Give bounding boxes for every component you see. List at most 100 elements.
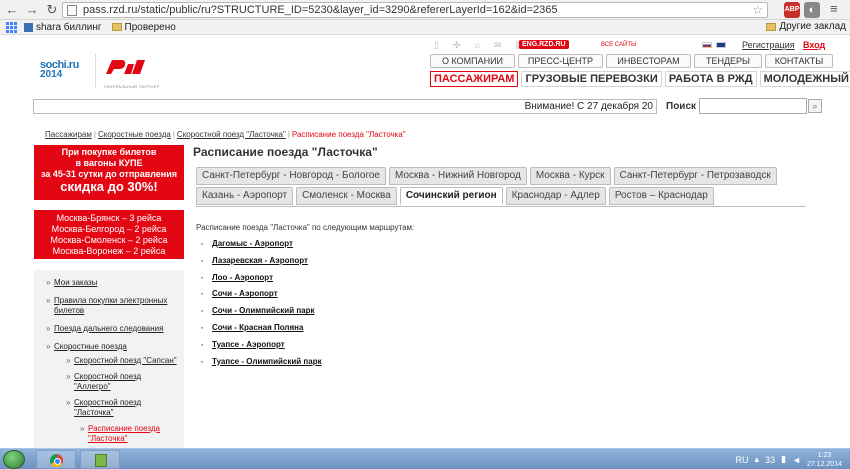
all-sites-link[interactable]: ВСЕ САЙТЫ [601,42,636,48]
top-navigation: О КОМПАНИИ ПРЕСС-ЦЕНТР ИНВЕСТОРАМ ТЕНДЕР… [430,54,833,68]
sidebar-item-speed-trains[interactable]: Скоростные поезда [46,342,178,352]
breadcrumb-lastochka[interactable]: Скоростной поезд "Ласточка" [177,130,286,139]
sochi-2014-logo: sochi.ru 2014 [40,59,79,80]
route-link[interactable]: Сочи - Аэропорт [212,289,278,298]
route-link[interactable]: Сочи - Красная Поляна [212,323,303,332]
promo-banner-discount[interactable]: При покупке билетов в вагоны КУПЕ за 45-… [34,145,184,200]
taskbar-chrome[interactable] [36,450,76,469]
nav-tenders[interactable]: ТЕНДЕРЫ [694,54,762,68]
nav-press[interactable]: ПРЕСС-ЦЕНТР [518,54,603,68]
sidebar-submenu: Расписание поезда "Ласточка" [80,424,178,444]
language-indicator[interactable]: RU [736,455,749,465]
route-link[interactable]: Туапсе - Олимпийский парк [212,357,322,366]
route-link[interactable]: Дагомыс - Аэропорт [212,239,293,248]
back-arrow-icon[interactable]: ← [4,2,20,18]
sidebar-submenu: Скоростной поезд "Сапсан" Скоростной пое… [66,356,178,444]
tab-rostov-krasnodar[interactable]: Ростов – Краснодар [608,187,714,205]
page-icon [67,4,77,16]
login-link[interactable]: Вход [803,40,825,50]
route-link[interactable]: Лоо - Аэропорт [212,273,273,282]
list-item: Лазаревская - Аэропорт [200,255,322,266]
volume-icon[interactable]: ◄ [792,455,801,465]
main-navigation: ПАССАЖИРАМ ГРУЗОВЫЕ ПЕРЕВОЗКИ РАБОТА В Р… [430,71,850,87]
eng-site-link[interactable]: ENG.RZD.RU [519,40,569,49]
news-ticker[interactable]: Внимание! С 27 декабря 20 [33,99,657,114]
bookmark-checked[interactable]: Проверено [111,21,176,33]
extension-icon[interactable]: ◐ [804,2,820,18]
clock[interactable]: 1:23 27.12.2014 [807,451,842,469]
sidebar-item-lastochka[interactable]: Скоростной поезд "Ласточка" [66,398,178,418]
logo-divider [95,54,96,88]
nav-about[interactable]: О КОМПАНИИ [430,54,515,68]
menu-icon[interactable]: ≡ [830,2,844,16]
tab-kazan-airport[interactable]: Казань - Аэропорт [196,187,294,205]
home-icon[interactable]: ⌂ [475,40,480,51]
forward-arrow-icon[interactable]: → [24,2,40,18]
sidebar-item-long-distance[interactable]: Поезда дальнего следования [46,324,178,334]
reload-icon[interactable]: ↻ [44,2,60,18]
taskbar-app[interactable] [80,450,120,469]
mail-icon[interactable]: ✉ [494,40,502,51]
bookmark-shara[interactable]: shara биллинг [24,22,102,33]
nav-contacts[interactable]: КОНТАКТЫ [765,54,833,68]
promo-banner-routes[interactable]: Москва-Брянск – 3 рейса Москва-Белгород … [34,210,184,259]
bookmark-label: shara биллинг [36,21,102,33]
breadcrumb-separator: | [287,130,290,139]
tray-count[interactable]: 33 [765,455,775,465]
nav-investors[interactable]: ИНВЕСТОРАМ [606,54,691,68]
nav-passengers[interactable]: ПАССАЖИРАМ [430,71,519,87]
route-link[interactable]: Сочи - Олимпийский парк [212,306,315,315]
rzd-logo[interactable] [104,56,146,78]
folder-icon [766,22,777,31]
sidebar-item-rules[interactable]: Правила покупки электронных билетов [46,296,178,316]
sidebar-item-my-orders[interactable]: Мои заказы [46,278,178,288]
start-button[interactable] [3,450,25,469]
register-link[interactable]: Регистрация [742,40,795,50]
network-icon[interactable]: ▮ [781,454,786,465]
tab-krasnodar-adler[interactable]: Краснодар - Адлер [505,187,606,205]
tab-smolensk-moscow[interactable]: Смоленск - Москва [296,187,397,205]
apps-icon[interactable] [6,22,18,33]
utility-icons: ▯ ✣ ⌂ ✉ ▤ [434,40,524,51]
breadcrumb-speed-trains[interactable]: Скоростные поезда [98,130,171,139]
tray-arrow-icon[interactable]: ▴ [755,454,760,465]
bookmark-star-icon[interactable]: ☆ [752,3,763,17]
web-page: ▯ ✣ ⌂ ✉ ▤ ENG.RZD.RU ВСЕ САЙТЫ Регистрац… [0,36,850,450]
mobile-icon[interactable]: ▯ [434,40,439,51]
bookmark-label: Проверено [124,21,176,33]
russian-flag-icon[interactable] [702,42,712,48]
breadcrumb-separator: | [93,130,96,139]
nav-careers[interactable]: РАБОТА В РЖД [664,71,757,87]
other-bookmarks-label: Другие заклад [779,21,846,32]
tab-spb-novgorod[interactable]: Санкт-Петербург - Новгород - Бологое [196,167,386,185]
sidebar-item-schedule-current[interactable]: Расписание поезда "Ласточка" [80,424,178,444]
search-input[interactable] [699,98,807,114]
breadcrumb-passengers[interactable]: Пассажирам [45,130,92,139]
english-flag-icon[interactable] [716,42,726,48]
ticker-text: Внимание! С 27 декабря 20 [524,101,653,112]
tab-sochi-region[interactable]: Сочинский регион [399,187,503,205]
route-link[interactable]: Лазаревская - Аэропорт [212,256,308,265]
list-item: Туапсе - Олимпийский парк [200,356,322,367]
other-bookmarks[interactable]: Другие заклад [766,21,846,32]
nav-freight[interactable]: ГРУЗОВЫЕ ПЕРЕВОЗКИ [521,71,662,87]
list-item: Сочи - Аэропорт [200,288,322,299]
address-bar[interactable]: pass.rzd.ru/static/public/ru?STRUCTURE_I… [62,2,768,18]
search-icon[interactable]: ⌕ [808,99,822,113]
route-link[interactable]: Туапсе - Аэропорт [212,340,285,349]
tab-moscow-kursk[interactable]: Москва - Курск [529,167,611,185]
tab-spb-petrozavodsk[interactable]: Санкт-Петербург - Петрозаводск [613,167,777,185]
sitemap-icon[interactable]: ✣ [453,40,461,51]
windows-taskbar: RU ▴ 33 ▮ ◄ 1:23 27.12.2014 [0,448,850,469]
tab-moscow-nnovgorod[interactable]: Москва - Нижний Новгород [389,167,527,185]
nav-youth[interactable]: МОЛОДЕЖНЫЙ [759,71,850,87]
adblock-extension-icon[interactable]: ABP [784,2,800,18]
promo-route-line: Москва-Воронеж – 2 рейса [52,246,166,256]
sidebar-item-allegro[interactable]: Скоростной поезд "Аллегро" [66,372,178,392]
partner-caption: ГЕНЕРАЛЬНЫЙ ПАРТНЕР [104,84,160,89]
route-tabs: Санкт-Петербург - Новгород - Бологое Мос… [196,167,786,207]
promo-line: При покупке билетов [61,147,157,157]
tabs-divider [196,206,806,207]
sidebar-item-sapsan[interactable]: Скоростной поезд "Сапсан" [66,356,178,366]
promo-route-line: Москва-Брянск – 3 рейса [56,213,162,223]
